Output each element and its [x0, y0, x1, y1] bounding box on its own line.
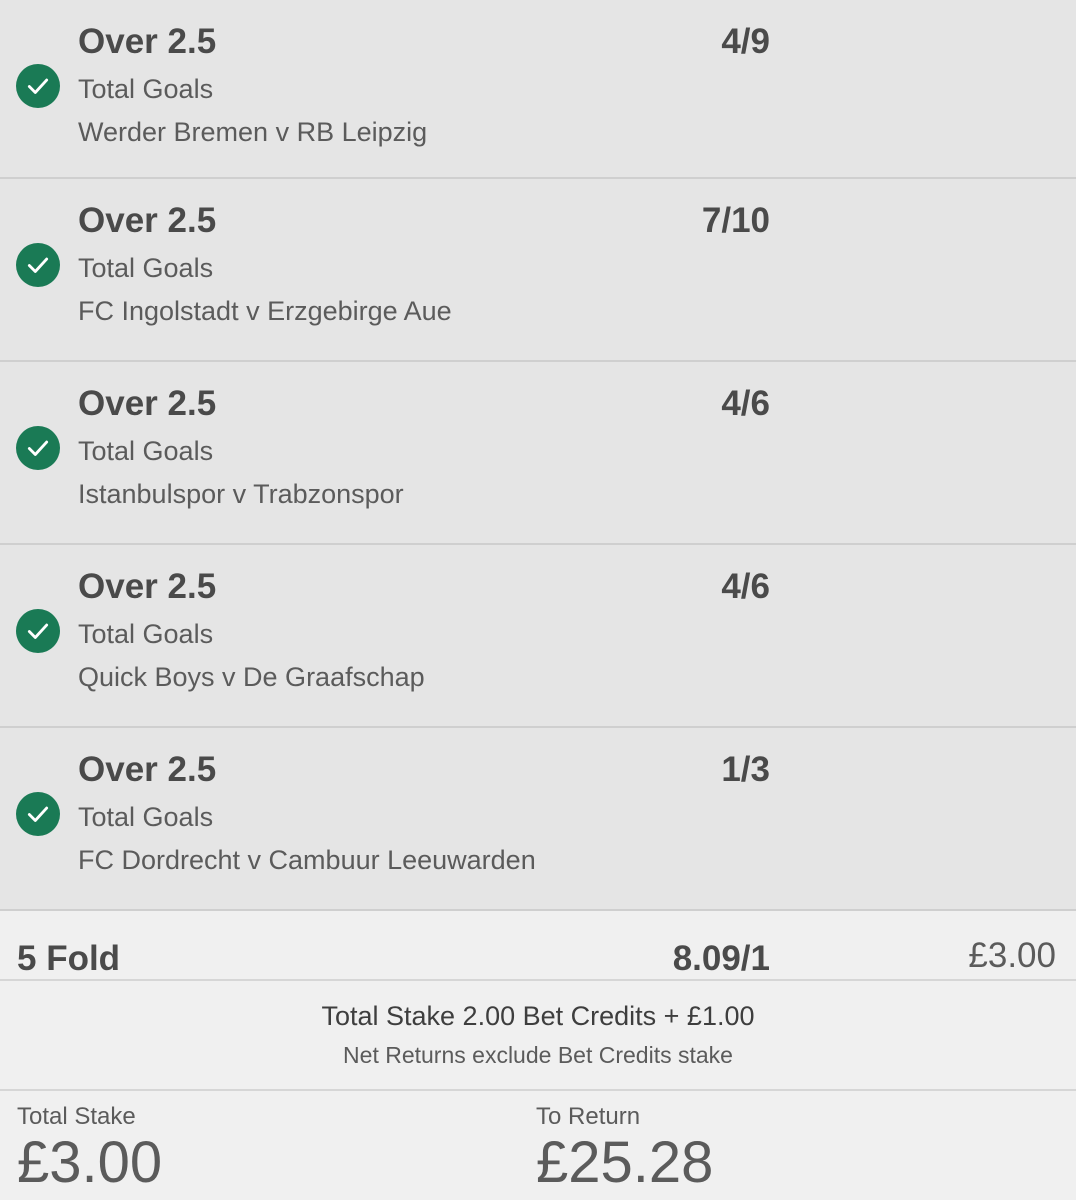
check-circle-icon — [16, 64, 60, 108]
selection-market: Total Goals — [78, 802, 214, 832]
selection-odds: 4/9 — [721, 22, 770, 61]
total-stake-value: £3.00 — [17, 1130, 163, 1195]
selection-name: Over 2.5 — [78, 750, 217, 789]
selection-odds: 4/6 — [721, 567, 770, 606]
selection-event: Werder Bremen v RB Leipzig — [78, 117, 428, 147]
net-returns-note: Net Returns exclude Bet Credits stake — [343, 1042, 733, 1068]
fold-label: 5 Fold — [17, 939, 121, 978]
selection-odds: 4/6 — [721, 384, 770, 423]
selection-market: Total Goals — [78, 619, 214, 649]
selection-row: Over 2.5 7/10 Total Goals FC Ingolstadt … — [0, 179, 1076, 362]
totals-bar: Total Stake £3.00 To Return £25.28 — [0, 1091, 1076, 1200]
selection-name: Over 2.5 — [78, 567, 217, 606]
total-stake-label: Total Stake — [17, 1103, 136, 1130]
selection-market: Total Goals — [78, 436, 214, 466]
selection-market: Total Goals — [78, 253, 214, 283]
fold-stake[interactable]: £3.00 — [968, 936, 1056, 976]
fold-odds: 8.09/1 — [672, 939, 770, 978]
bet-credits-info: Total Stake 2.00 Bet Credits + £1.00 Net… — [0, 981, 1076, 1091]
selection-market: Total Goals — [78, 74, 214, 104]
selection-odds: 7/10 — [701, 201, 770, 240]
selection-row: Over 2.5 4/6 Total Goals Istanbulspor v … — [0, 362, 1076, 545]
total-stake-breakdown: Total Stake 2.00 Bet Credits + £1.00 — [321, 1001, 755, 1031]
selection-odds: 1/3 — [721, 750, 770, 789]
to-return-label: To Return — [536, 1103, 641, 1130]
selection-name: Over 2.5 — [78, 201, 217, 240]
selection-event: Quick Boys v De Graafschap — [78, 662, 425, 692]
fold-row: 5 Fold 8.09/1 £3.00 — [0, 911, 1076, 981]
selection-row: Over 2.5 1/3 Total Goals FC Dordrecht v … — [0, 728, 1076, 911]
selection-event: Istanbulspor v Trabzonspor — [78, 479, 404, 509]
selection-row: Over 2.5 4/6 Total Goals Quick Boys v De… — [0, 545, 1076, 728]
selection-name: Over 2.5 — [78, 384, 217, 423]
to-return-value: £25.28 — [536, 1130, 714, 1195]
check-circle-icon — [16, 609, 60, 653]
selection-list: Over 2.5 4/9 Total Goals Werder Bremen v… — [0, 0, 1076, 911]
selection-event: FC Ingolstadt v Erzgebirge Aue — [78, 296, 452, 326]
selection-event: FC Dordrecht v Cambuur Leeuwarden — [78, 845, 536, 875]
selection-row: Over 2.5 4/9 Total Goals Werder Bremen v… — [0, 0, 1076, 179]
selection-name: Over 2.5 — [78, 22, 217, 61]
check-circle-icon — [16, 426, 60, 470]
check-circle-icon — [16, 792, 60, 836]
check-circle-icon — [16, 243, 60, 287]
